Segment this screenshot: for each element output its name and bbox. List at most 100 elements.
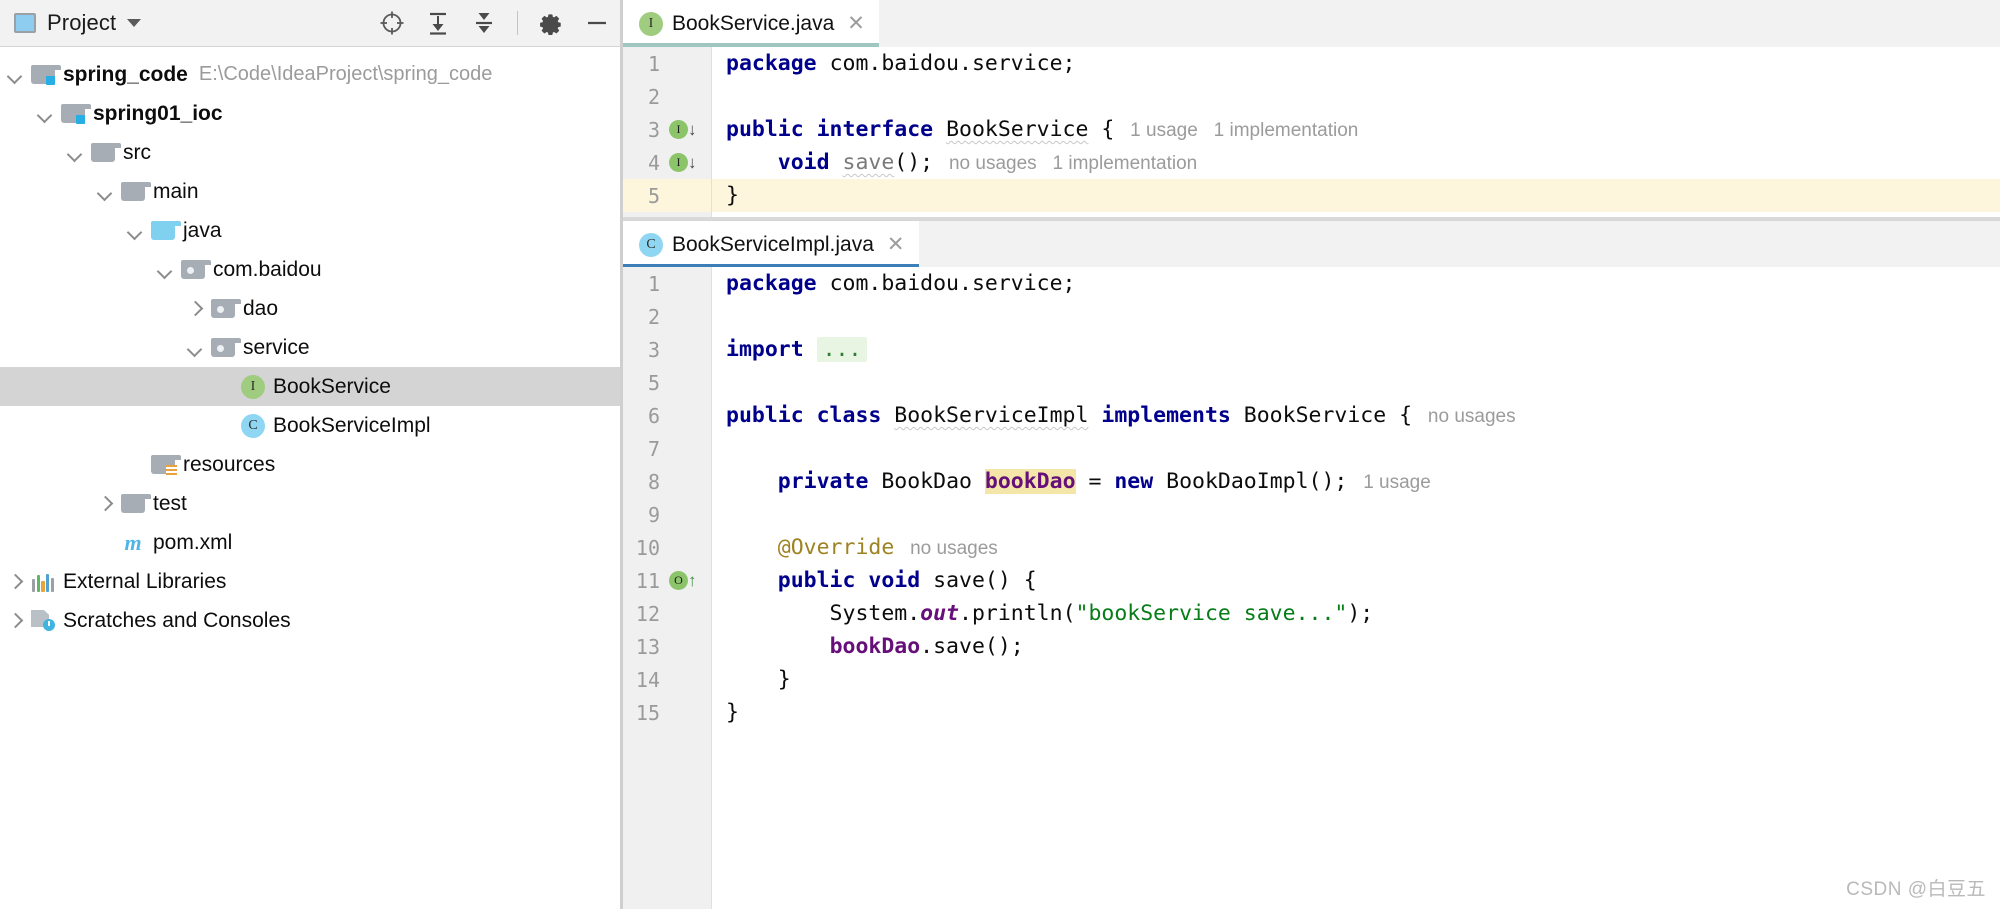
code-line[interactable]: +import ...: [712, 333, 2000, 366]
editor-bookservice[interactable]: 123I↓4I↓5 package com.baidou.service;pub…: [623, 47, 2000, 217]
code-line[interactable]: [712, 366, 2000, 399]
editor-bookserviceimpl[interactable]: 123567891011O↑12131415 package com.baido…: [623, 267, 2000, 909]
editor-code-top[interactable]: package com.baidou.service; public interf…: [712, 47, 2000, 217]
line-number: 10: [623, 536, 665, 560]
tree-item-external-libraries[interactable]: External Libraries: [0, 562, 620, 601]
code-line[interactable]: package com.baidou.service;: [712, 47, 2000, 80]
code-highlighted-identifier[interactable]: bookDao: [985, 469, 1076, 494]
chevron-down-icon[interactable]: [127, 19, 141, 27]
tree-item-spring01-ioc[interactable]: spring01_ioc: [0, 94, 620, 133]
project-title-group[interactable]: Project: [14, 10, 141, 36]
implemented-by-gutter-icon[interactable]: I↓: [665, 120, 709, 139]
project-tree[interactable]: spring_codeE:\Code\IdeaProject\spring_co…: [0, 47, 620, 909]
project-panel-header: Project: [0, 0, 620, 47]
editor-gutter-bottom[interactable]: 123567891011O↑12131415: [623, 267, 712, 909]
idea-window: Project: [0, 0, 2000, 909]
expand-all-icon[interactable]: [425, 10, 451, 36]
inlay-hint[interactable]: 1 usage: [1114, 120, 1197, 141]
code-line[interactable]: [712, 498, 2000, 531]
editor-tabbar-bottom: C BookServiceImpl.java ✕: [623, 220, 2000, 267]
chevron-right-icon[interactable]: [0, 613, 30, 629]
tree-item-label: resources: [183, 453, 275, 477]
tree-item-java[interactable]: java: [0, 211, 620, 250]
folder-icon: [120, 494, 146, 513]
code-line[interactable]: bookDao.save();: [712, 630, 2000, 663]
code-line[interactable]: void save(); no usages 1 implementation: [712, 146, 2000, 179]
line-number: 5: [623, 184, 665, 208]
chevron-down-icon[interactable]: [60, 145, 90, 161]
chevron-down-icon[interactable]: [30, 106, 60, 122]
code-line[interactable]: public interface BookService { 1 usage 1…: [712, 113, 2000, 146]
gutter-row: 8: [623, 465, 711, 498]
code-text: .println(: [959, 601, 1076, 626]
implemented-by-gutter-icon[interactable]: I↓: [665, 153, 709, 172]
tree-item-main[interactable]: main: [0, 172, 620, 211]
code-text: }: [726, 183, 739, 208]
inlay-hint[interactable]: no usages: [933, 153, 1037, 174]
tree-item-dao[interactable]: dao: [0, 289, 620, 328]
code-line[interactable]: }: [712, 696, 2000, 729]
code-line[interactable]: }: [712, 179, 2000, 212]
code-line[interactable]: @Override no usages: [712, 531, 2000, 564]
chevron-down-icon[interactable]: [90, 184, 120, 200]
inlay-hint[interactable]: 1 implementation: [1198, 120, 1359, 141]
code-line[interactable]: [712, 300, 2000, 333]
chevron-right-icon[interactable]: [0, 574, 30, 590]
code-line[interactable]: package com.baidou.service;: [712, 267, 2000, 300]
code-line[interactable]: [712, 80, 2000, 113]
line-number: 14: [623, 668, 665, 692]
inlay-hint[interactable]: 1 implementation: [1037, 153, 1198, 174]
chevron-down-icon[interactable]: [180, 340, 210, 356]
gutter-row: 2: [623, 80, 711, 113]
code-keyword: void: [778, 150, 843, 175]
project-icon: [14, 13, 36, 33]
chevron-down-icon[interactable]: [150, 262, 180, 278]
minus-icon[interactable]: [584, 10, 610, 36]
tree-item-bookserviceimpl[interactable]: CBookServiceImpl: [0, 406, 620, 445]
code-line[interactable]: public class BookServiceImpl implements …: [712, 399, 2000, 432]
code-line[interactable]: }: [712, 663, 2000, 696]
overrides-gutter-icon[interactable]: O↑: [665, 571, 709, 590]
tree-item-com-baidou[interactable]: com.baidou: [0, 250, 620, 289]
class-icon: C: [240, 414, 266, 438]
chevron-right-icon[interactable]: [180, 301, 210, 317]
package-icon: [210, 299, 236, 318]
collapsed-imports-placeholder[interactable]: ...: [817, 337, 868, 362]
tab-bookservice-java[interactable]: I BookService.java ✕: [623, 0, 879, 47]
code-line[interactable]: − public void save() {: [712, 564, 2000, 597]
inlay-hint[interactable]: 1 usage: [1347, 472, 1430, 493]
tree-item-test[interactable]: test: [0, 484, 620, 523]
code-keyword: import: [726, 337, 817, 362]
editor-gutter-top[interactable]: 123I↓4I↓5: [623, 47, 712, 217]
tree-item-scratches-and-consoles[interactable]: Scratches and Consoles: [0, 601, 620, 640]
code-text: BookDaoImpl();: [1166, 469, 1347, 494]
tree-item-spring-code[interactable]: spring_codeE:\Code\IdeaProject\spring_co…: [0, 55, 620, 94]
collapse-all-icon[interactable]: [471, 10, 497, 36]
code-line[interactable]: private BookDao bookDao = new BookDaoImp…: [712, 465, 2000, 498]
close-icon[interactable]: ✕: [887, 234, 905, 255]
project-tool-window: Project: [0, 0, 620, 909]
code-text: );: [1347, 601, 1373, 626]
inlay-hint[interactable]: no usages: [1412, 406, 1516, 427]
tree-item-resources[interactable]: resources: [0, 445, 620, 484]
chevron-down-icon[interactable]: [120, 223, 150, 239]
code-declaration-name: BookService: [946, 117, 1088, 142]
code-line[interactable]: System.out.println("bookService save..."…: [712, 597, 2000, 630]
tree-item-bookservice[interactable]: IBookService: [0, 367, 620, 406]
line-number: 3: [623, 118, 665, 142]
scratches-icon: [30, 610, 56, 631]
close-icon[interactable]: ✕: [847, 13, 865, 34]
inlay-hint[interactable]: no usages: [894, 538, 998, 559]
code-line[interactable]: [712, 432, 2000, 465]
tree-item-pom-xml[interactable]: mpom.xml: [0, 523, 620, 562]
editor-code-bottom[interactable]: package com.baidou.service; +import ... pu…: [712, 267, 2000, 909]
chevron-down-icon[interactable]: [0, 67, 30, 83]
chevron-right-icon[interactable]: [90, 496, 120, 512]
code-text: BookService {: [1244, 403, 1412, 428]
select-opened-file-icon[interactable]: [379, 10, 405, 36]
gutter-row: 4I↓: [623, 146, 711, 179]
tree-item-service[interactable]: service: [0, 328, 620, 367]
tab-bookserviceimpl-java[interactable]: C BookServiceImpl.java ✕: [623, 221, 919, 268]
tree-item-src[interactable]: src: [0, 133, 620, 172]
gear-icon[interactable]: [538, 10, 564, 36]
